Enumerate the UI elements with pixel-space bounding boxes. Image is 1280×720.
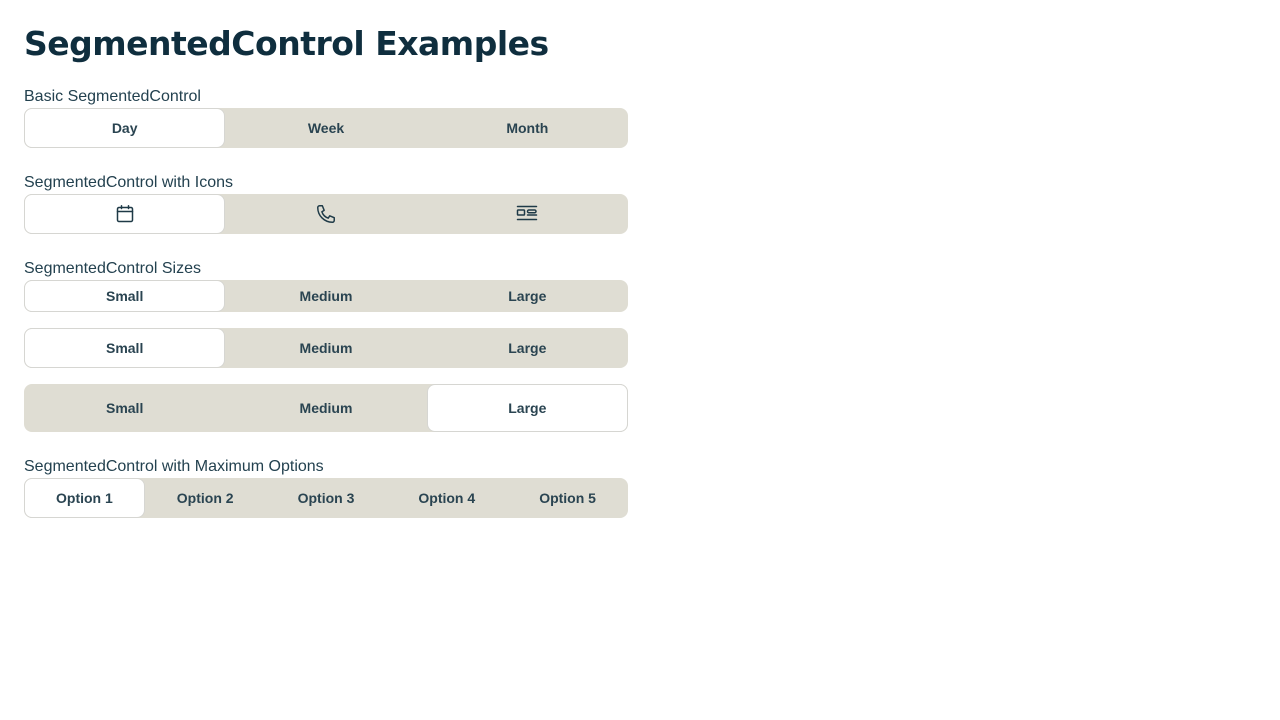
- segment-medium[interactable]: Medium: [225, 384, 426, 432]
- phone-icon: [315, 203, 337, 225]
- id-card-icon: [516, 204, 538, 224]
- segment-option-1[interactable]: Option 1: [24, 478, 145, 518]
- small-segmented-control: Small Medium Large: [24, 280, 628, 312]
- sizes-section: SegmentedControl Sizes Small Medium Larg…: [24, 259, 628, 432]
- page-title: SegmentedControl Examples: [24, 24, 549, 63]
- maximum-section-label: SegmentedControl with Maximum Options: [24, 458, 324, 475]
- icons-section-label: SegmentedControl with Icons: [24, 174, 233, 191]
- icons-section: SegmentedControl with Icons: [24, 173, 628, 234]
- segment-large[interactable]: Large: [427, 328, 628, 368]
- segment-small[interactable]: Small: [24, 328, 226, 368]
- basic-section: Basic SegmentedControl Day Week Month: [24, 87, 628, 148]
- segment-phone[interactable]: [225, 194, 426, 234]
- segment-medium[interactable]: Medium: [225, 328, 426, 368]
- segment-option-4[interactable]: Option 4: [386, 478, 507, 518]
- icons-segmented-control: [24, 194, 628, 234]
- sizes-section-label: SegmentedControl Sizes: [24, 260, 201, 277]
- segment-small[interactable]: Small: [24, 384, 225, 432]
- segment-option-2[interactable]: Option 2: [145, 478, 266, 518]
- segment-option-5[interactable]: Option 5: [507, 478, 628, 518]
- segment-day[interactable]: Day: [24, 108, 226, 148]
- segment-week[interactable]: Week: [225, 108, 426, 148]
- segment-option-3[interactable]: Option 3: [266, 478, 387, 518]
- maximum-section: SegmentedControl with Maximum Options Op…: [24, 457, 628, 518]
- segment-calendar[interactable]: [24, 194, 226, 234]
- medium-segmented-control: Small Medium Large: [24, 328, 628, 368]
- segment-large[interactable]: Large: [427, 280, 628, 312]
- segment-small[interactable]: Small: [24, 280, 226, 312]
- basic-section-label: Basic SegmentedControl: [24, 88, 201, 105]
- segment-large[interactable]: Large: [426, 384, 628, 432]
- segment-medium[interactable]: Medium: [225, 280, 426, 312]
- segment-month[interactable]: Month: [427, 108, 628, 148]
- page: SegmentedControl Examples Basic Segmente…: [0, 0, 1280, 518]
- large-segmented-control: Small Medium Large: [24, 384, 628, 432]
- maximum-segmented-control: Option 1 Option 2 Option 3 Option 4 Opti…: [24, 478, 628, 518]
- calendar-icon: [115, 204, 135, 224]
- segment-id-card[interactable]: [427, 194, 628, 234]
- basic-segmented-control: Day Week Month: [24, 108, 628, 148]
